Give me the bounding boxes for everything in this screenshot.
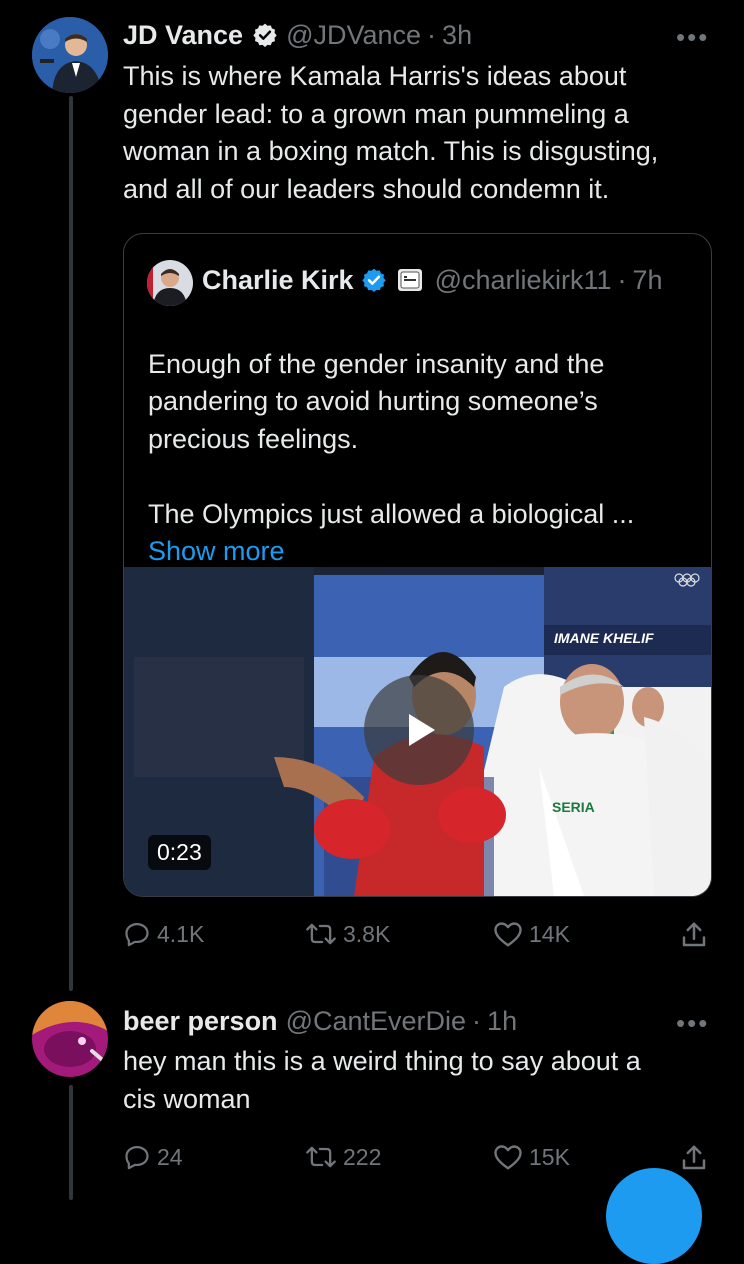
author-name[interactable]: beer person xyxy=(123,1006,278,1037)
retweet-button[interactable]: 222 xyxy=(305,1143,381,1171)
author-handle[interactable]: @JDVance xyxy=(286,20,421,51)
like-button[interactable]: 14K xyxy=(493,920,570,948)
share-icon xyxy=(682,1145,706,1170)
separator-dot: · xyxy=(427,19,437,50)
author-handle[interactable]: @CantEverDie xyxy=(286,1006,466,1037)
video-player[interactable]: IMANE KHELIF SERIA 0:23 xyxy=(124,567,711,896)
quoted-tweet-text: Enough of the gender insanity and the pa… xyxy=(148,308,703,608)
more-options-icon[interactable]: ••• xyxy=(676,1008,709,1039)
avatar[interactable] xyxy=(32,1001,108,1077)
author-name[interactable]: JD Vance xyxy=(123,20,243,51)
shirt-text: SERIA xyxy=(552,799,595,815)
share-button[interactable] xyxy=(679,920,715,950)
quoted-author-name[interactable]: Charlie Kirk xyxy=(202,265,354,296)
play-button[interactable] xyxy=(364,675,474,785)
reply-icon xyxy=(125,922,149,947)
thread-line xyxy=(69,96,73,991)
tweet-text: hey man this is a weird thing to say abo… xyxy=(123,1046,641,1114)
like-count: 15K xyxy=(529,1143,570,1170)
reply-button[interactable]: 4.1K xyxy=(123,920,204,948)
tweet-text: This is where Kamala Harris's ideas abou… xyxy=(123,61,659,204)
share-icon xyxy=(682,922,706,947)
quoted-tweet[interactable]: Charlie Kirk @charliekirk11 · 7h Enough … xyxy=(123,233,712,897)
retweet-icon xyxy=(306,1146,336,1168)
share-button[interactable] xyxy=(679,1143,715,1173)
reply-button[interactable]: 24 xyxy=(123,1143,183,1171)
heart-icon xyxy=(494,1145,522,1170)
reply-count: 24 xyxy=(157,1143,183,1170)
avatar[interactable] xyxy=(32,17,108,93)
play-icon xyxy=(409,714,435,746)
video-duration: 0:23 xyxy=(148,835,211,870)
show-more-link[interactable]: Show more xyxy=(148,533,703,571)
quoted-author-handle[interactable]: @charliekirk11 xyxy=(435,265,612,296)
verified-badge-icon xyxy=(361,267,387,293)
timestamp[interactable]: 1h xyxy=(487,1006,517,1037)
quoted-text-body: Enough of the gender insanity and the pa… xyxy=(148,348,635,529)
reply-count: 4.1K xyxy=(157,920,205,947)
reply-icon xyxy=(125,1145,149,1170)
compose-button[interactable] xyxy=(606,1168,702,1264)
affiliate-badge-icon xyxy=(397,268,423,292)
tweet-actions: 4.1K 3.8K 14K xyxy=(123,920,713,960)
tweet-header: beer person @CantEverDie · 1h xyxy=(123,1002,517,1040)
retweet-count: 3.8K xyxy=(343,920,391,947)
verified-badge-icon xyxy=(252,22,278,48)
tweet-header: JD Vance @JDVance · 3h xyxy=(123,16,472,54)
separator-dot: · xyxy=(472,1005,482,1036)
more-options-icon[interactable]: ••• xyxy=(676,22,709,53)
quoted-avatar[interactable] xyxy=(147,260,193,306)
quoted-header: Charlie Kirk @charliekirk11 · 7h xyxy=(202,261,663,299)
heart-icon xyxy=(494,922,522,947)
separator-dot: · xyxy=(617,264,627,295)
like-button[interactable]: 15K xyxy=(493,1143,570,1171)
retweet-count: 222 xyxy=(343,1143,382,1170)
like-count: 14K xyxy=(529,920,570,947)
overlay-name-text: IMANE KHELIF xyxy=(554,630,654,646)
retweet-button[interactable]: 3.8K xyxy=(305,920,390,948)
timestamp[interactable]: 3h xyxy=(442,20,472,51)
retweet-icon xyxy=(306,923,336,945)
quoted-timestamp[interactable]: 7h xyxy=(633,265,663,296)
thread-line xyxy=(69,1085,73,1200)
